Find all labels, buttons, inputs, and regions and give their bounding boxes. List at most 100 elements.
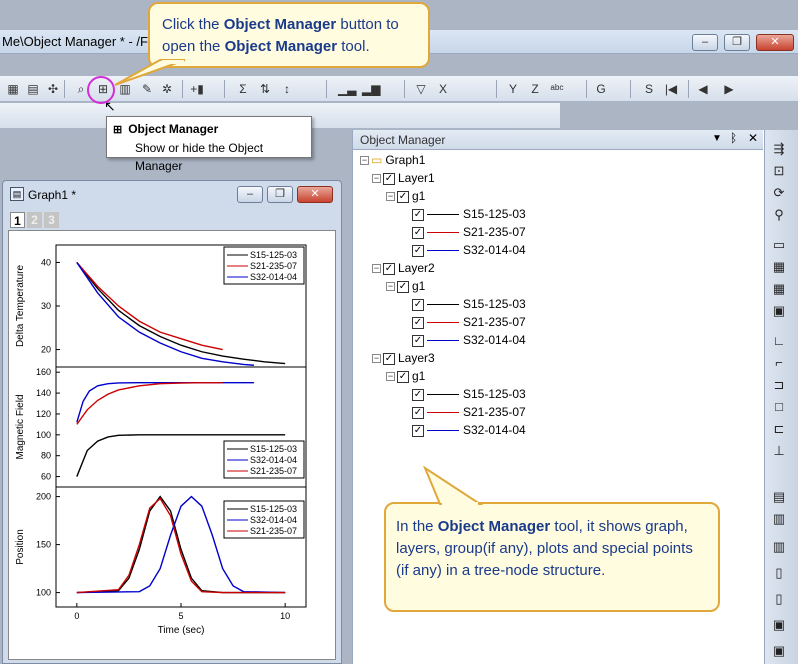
merge-icon[interactable]: ▣: [770, 302, 788, 320]
ungroup-icon[interactable]: ▣: [770, 642, 788, 660]
pan-icon[interactable]: ✣: [44, 80, 62, 98]
plot-checkbox[interactable]: ✓: [412, 424, 424, 437]
layer-checkbox[interactable]: ✓: [383, 172, 395, 185]
graph-close-button[interactable]: ✕: [297, 186, 333, 203]
tree-group[interactable]: − ✓ g1: [386, 188, 425, 204]
layer-tab-3[interactable]: 3: [44, 212, 59, 228]
refresh-icon[interactable]: ⟳: [770, 184, 788, 202]
prev-icon[interactable]: ◀: [694, 80, 712, 98]
tree-plot[interactable]: ✓ S15-125-03: [412, 206, 526, 222]
group-icon[interactable]: ▣: [770, 616, 788, 634]
tree-plot[interactable]: ✓ S15-125-03: [412, 296, 526, 312]
column-chart-icon[interactable]: ▂▆: [362, 80, 380, 98]
collapse-icon[interactable]: −: [386, 372, 395, 382]
run-icon[interactable]: ⚲: [770, 206, 788, 224]
tree-group[interactable]: − ✓ g1: [386, 278, 425, 294]
panel-close-icon[interactable]: ✕: [748, 131, 758, 145]
graph-window-title: Graph1 *: [28, 188, 77, 202]
plot-checkbox[interactable]: ✓: [412, 244, 424, 257]
tree-layer[interactable]: − ✓ Layer1: [372, 170, 435, 186]
tree-root[interactable]: − ▭ Graph1: [360, 152, 425, 168]
axis-bottom-icon[interactable]: ⊥: [770, 442, 788, 460]
plot-checkbox[interactable]: ✓: [412, 208, 424, 221]
plot-checkbox[interactable]: ✓: [412, 316, 424, 329]
plot-checkbox[interactable]: ✓: [412, 406, 424, 419]
grid-icon[interactable]: ▦: [770, 280, 788, 298]
filter-icon[interactable]: ▽: [412, 80, 430, 98]
plot-checkbox[interactable]: ✓: [412, 388, 424, 401]
first-icon[interactable]: |◀: [662, 80, 680, 98]
tree-layer[interactable]: − ✓ Layer2: [372, 260, 435, 276]
tree-plot[interactable]: ✓ S15-125-03: [412, 386, 526, 402]
layer-checkbox[interactable]: ✓: [383, 262, 395, 275]
group-checkbox[interactable]: ✓: [397, 190, 409, 203]
collapse-icon[interactable]: −: [372, 354, 381, 364]
group-checkbox[interactable]: ✓: [397, 370, 409, 383]
layer-tab-1[interactable]: 1: [10, 212, 25, 228]
next-icon[interactable]: ▶: [720, 80, 738, 98]
plot-label: S21-235-07: [463, 315, 526, 329]
tree-plot[interactable]: ✓ S21-235-07: [412, 404, 526, 420]
plot-checkbox[interactable]: ✓: [412, 334, 424, 347]
collapse-icon[interactable]: −: [372, 174, 381, 184]
dropdown-icon[interactable]: ▼: [712, 133, 722, 144]
layer-icon[interactable]: ▭: [770, 236, 788, 254]
s-icon[interactable]: S: [640, 80, 658, 98]
y-icon[interactable]: Y: [504, 80, 522, 98]
group-label: g1: [412, 189, 426, 203]
group-checkbox[interactable]: ✓: [397, 280, 409, 293]
axis-top-icon[interactable]: ⌐: [770, 354, 788, 372]
collapse-icon[interactable]: −: [360, 156, 369, 166]
graph-page[interactable]: 20 30 40 Delta Temperature S15-125-03 S21-235…: [8, 230, 336, 660]
dock-icon[interactable]: ⊡: [770, 162, 788, 180]
tree-plot[interactable]: ✓ S32-014-04: [412, 422, 526, 438]
graph-restore-button[interactable]: ❐: [267, 186, 293, 203]
tree-plot[interactable]: ✓ S32-014-04: [412, 332, 526, 348]
layer-tab-2[interactable]: 2: [27, 212, 42, 228]
label-icon[interactable]: ᵃᵇᶜ: [548, 80, 566, 98]
plot-checkbox[interactable]: ✓: [412, 226, 424, 239]
axis-icon[interactable]: ∟: [770, 332, 788, 350]
distribute-icon[interactable]: ▯: [770, 564, 788, 582]
align-left-icon[interactable]: ▤: [770, 488, 788, 506]
new-project-icon[interactable]: ▦: [4, 80, 22, 98]
sort-icon[interactable]: ⇅: [256, 80, 274, 98]
arrange-icon[interactable]: ⇶: [770, 140, 788, 158]
legend-label: S32-014-04: [250, 515, 297, 525]
collapse-icon[interactable]: −: [386, 282, 395, 292]
sort-asc-icon[interactable]: ↕: [278, 80, 296, 98]
tree-plot[interactable]: ✓ S32-014-04: [412, 242, 526, 258]
collapse-icon[interactable]: −: [386, 192, 395, 202]
axis-left-icon[interactable]: ⊏: [770, 420, 788, 438]
sum-icon[interactable]: Σ: [234, 80, 252, 98]
align-center-icon[interactable]: ▥: [770, 510, 788, 528]
tree-layer[interactable]: − ✓ Layer3: [372, 350, 435, 366]
callout-bold: Object Manager: [224, 38, 338, 55]
graph-minimize-button[interactable]: –: [237, 186, 263, 203]
close-button[interactable]: ✕: [756, 34, 794, 51]
z-icon[interactable]: Z: [526, 80, 544, 98]
y-tick-label: 30: [41, 301, 51, 311]
tree-group[interactable]: − ✓ g1: [386, 368, 425, 384]
bar-chart-icon[interactable]: ▁▃: [338, 80, 356, 98]
tree-plot[interactable]: ✓ S21-235-07: [412, 224, 526, 240]
x-icon[interactable]: X: [434, 80, 452, 98]
tree-plot[interactable]: ✓ S21-235-07: [412, 314, 526, 330]
add-column-icon[interactable]: +▮: [188, 80, 206, 98]
axis-box-icon[interactable]: □: [770, 398, 788, 416]
distribute-v-icon[interactable]: ▯: [770, 590, 788, 608]
minimize-button[interactable]: –: [692, 34, 718, 51]
pin-icon[interactable]: ᛒ: [730, 131, 737, 145]
collapse-icon[interactable]: −: [372, 264, 381, 274]
g-icon[interactable]: G: [592, 80, 610, 98]
axis-right-icon[interactable]: ⊐: [770, 376, 788, 394]
legend-label: S21-235-07: [250, 526, 297, 536]
align-right-icon[interactable]: ▥: [770, 538, 788, 556]
layer-checkbox[interactable]: ✓: [383, 352, 395, 365]
layout-icon[interactable]: ▦: [770, 258, 788, 276]
open-icon[interactable]: ▤: [24, 80, 42, 98]
plot-checkbox[interactable]: ✓: [412, 298, 424, 311]
folder-icon: ▭: [371, 153, 383, 167]
restore-button[interactable]: ❐: [724, 34, 750, 51]
series-line: [76, 381, 254, 423]
